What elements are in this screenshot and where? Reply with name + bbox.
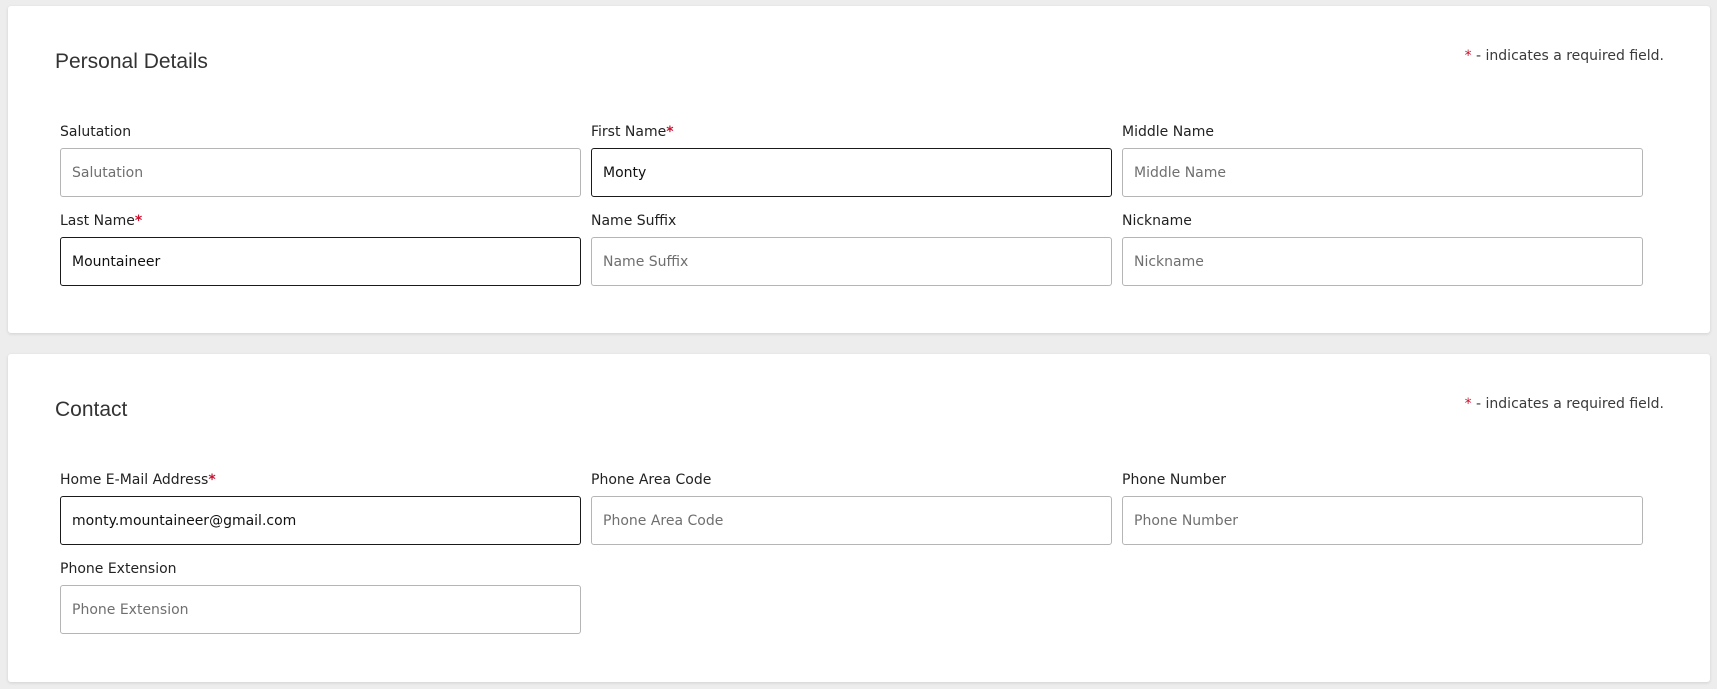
- personal-details-title: Personal Details: [55, 50, 208, 73]
- first-name-label: First Name*: [591, 124, 674, 140]
- last-name-input[interactable]: [60, 237, 581, 286]
- phone-number-field: Phone Number: [1122, 471, 1643, 545]
- required-note-text: - indicates a required field.: [1471, 48, 1664, 64]
- required-field-note: * - indicates a required field.: [1465, 46, 1664, 66]
- middle-name-label: Middle Name: [1122, 124, 1214, 140]
- required-star: *: [666, 124, 674, 140]
- last-name-field: Last Name*: [60, 212, 581, 286]
- required-note-text: - indicates a required field.: [1471, 396, 1664, 412]
- required-star: *: [208, 472, 216, 488]
- first-name-field: First Name*: [591, 123, 1112, 197]
- phone-area-code-label: Phone Area Code: [591, 472, 712, 488]
- nickname-label: Nickname: [1122, 213, 1192, 229]
- home-email-field: Home E-Mail Address*: [60, 471, 581, 545]
- required-field-note: * - indicates a required field.: [1465, 394, 1664, 414]
- phone-number-input[interactable]: [1122, 496, 1643, 545]
- name-suffix-label: Name Suffix: [591, 213, 677, 229]
- phone-area-code-field: Phone Area Code: [591, 471, 1112, 545]
- salutation-input[interactable]: [60, 148, 581, 197]
- personal-details-card: Personal Details * - indicates a require…: [8, 6, 1710, 333]
- first-name-input[interactable]: [591, 148, 1112, 197]
- phone-number-label: Phone Number: [1122, 472, 1227, 488]
- required-star: *: [1464, 48, 1472, 64]
- phone-area-code-input[interactable]: [591, 496, 1112, 545]
- salutation-field: Salutation: [60, 123, 581, 197]
- last-name-label: Last Name*: [60, 213, 143, 229]
- contact-title: Contact: [55, 398, 128, 421]
- phone-extension-field: Phone Extension: [60, 560, 581, 634]
- salutation-label: Salutation: [60, 124, 132, 140]
- middle-name-field: Middle Name: [1122, 123, 1643, 197]
- phone-extension-label: Phone Extension: [60, 561, 177, 577]
- home-email-label: Home E-Mail Address*: [60, 472, 216, 488]
- phone-extension-input[interactable]: [60, 585, 581, 634]
- nickname-input[interactable]: [1122, 237, 1643, 286]
- middle-name-input[interactable]: [1122, 148, 1643, 197]
- name-suffix-field: Name Suffix: [591, 212, 1112, 286]
- name-suffix-input[interactable]: [591, 237, 1112, 286]
- required-star: *: [134, 213, 143, 229]
- required-star: *: [1464, 396, 1472, 412]
- home-email-input[interactable]: [60, 496, 581, 545]
- contact-card: Contact * - indicates a required field. …: [8, 354, 1710, 682]
- nickname-field: Nickname: [1122, 212, 1643, 286]
